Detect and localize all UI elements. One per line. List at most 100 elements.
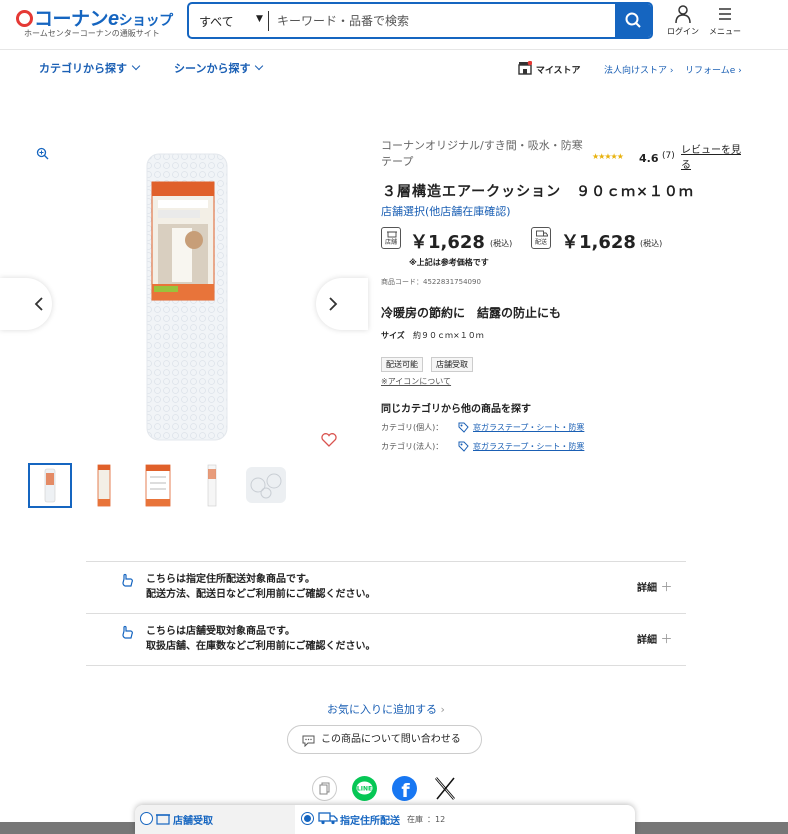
delivery-badge-label: 配送	[534, 239, 547, 246]
radio-checked-icon[interactable]	[301, 812, 314, 825]
radio-unchecked-icon[interactable]	[140, 812, 153, 825]
search-category-select[interactable]: すべて	[199, 13, 234, 30]
logo-e: e	[108, 8, 119, 30]
chat-bubble-icon	[302, 735, 315, 747]
store-tax-note: (税込)	[490, 239, 513, 248]
heart-icon	[321, 433, 337, 447]
thumbnail-2[interactable]	[82, 463, 126, 508]
svg-text:LINE: LINE	[357, 786, 372, 793]
line-icon: LINE	[356, 781, 373, 795]
delivery-price: ￥1,628	[561, 232, 636, 253]
tag-icon	[458, 441, 469, 455]
product-brand: コーナンオリジナル/すき間・吸水・防寒テープ	[381, 139, 583, 168]
search-bar: すべて ▼	[187, 2, 653, 39]
facebook-icon: f	[401, 780, 410, 802]
favorite-heart-button[interactable]	[320, 432, 338, 451]
product-title: ３層構造エアークッション ９０ｃｍ×１０ｍ	[382, 184, 694, 200]
detail-label: 詳細	[637, 635, 657, 646]
truck-icon	[536, 230, 548, 237]
logo-o-icon	[16, 10, 33, 27]
site-tagline: ホームセンターコーナンの通販サイト	[24, 29, 160, 38]
purchase-bar: 店舗受取 指定住所配送 在庫 ：12	[135, 805, 635, 834]
login-button[interactable]: ログイン	[666, 4, 700, 37]
category-corporate-label: カテゴリ(法人)：	[381, 442, 444, 451]
size-value: 約９０ｃｍ×１０ｍ	[413, 331, 484, 340]
chevron-right-icon: ›	[440, 703, 445, 716]
info-pickup-line2: 取扱店舗、在庫数などご利用前にご確認ください。	[146, 641, 376, 652]
info-delivery-line1: こちらは指定住所配送対象商品です。	[146, 574, 315, 585]
info-delivery-detail[interactable]: 詳細 ＋	[637, 578, 673, 595]
zoom-button[interactable]	[36, 147, 49, 163]
x-icon	[435, 777, 455, 800]
inquiry-button[interactable]: この商品について問い合わせる	[287, 725, 482, 754]
category-personal-link[interactable]: 窓ガラステープ・シート・防寒	[473, 422, 584, 433]
info-pickup-line1: こちらは店舗受取対象商品です。	[146, 626, 295, 637]
add-favorite-link[interactable]: お気に入りに追加する ›	[327, 701, 445, 717]
category-personal-label: カテゴリ(個人)：	[381, 423, 444, 432]
user-icon	[675, 5, 691, 24]
search-button[interactable]	[615, 4, 651, 37]
search-input[interactable]	[277, 4, 577, 37]
dropdown-triangle-icon[interactable]: ▼	[256, 14, 263, 24]
inquiry-label: この商品について問い合わせる	[321, 734, 461, 745]
truck-icon	[318, 812, 338, 825]
site-logo[interactable]: コーナンeショップ	[16, 4, 173, 31]
mystore-link[interactable]: マイストア	[518, 60, 581, 76]
store-icon	[387, 231, 397, 238]
nav-scene-label: シーンから探す	[174, 62, 251, 75]
product-main-image[interactable]	[144, 152, 230, 442]
thumbnail-4[interactable]	[190, 463, 234, 508]
next-image-button[interactable]	[316, 278, 368, 330]
stock-label: 在庫	[407, 815, 423, 824]
size-label: サイズ	[381, 331, 405, 340]
reform-link[interactable]: リフォームe ›	[685, 63, 742, 76]
menu-label: メニュー	[709, 27, 741, 36]
store-badge-label: 店舗	[384, 239, 397, 246]
search-divider	[268, 11, 269, 31]
plus-icon: ＋	[660, 632, 673, 646]
tag-icon	[458, 422, 469, 436]
product-code: 商品コード：4522831754090	[381, 278, 481, 286]
login-label: ログイン	[667, 27, 699, 36]
thumbnail-image	[145, 464, 171, 507]
info-pickup-row[interactable]: こちらは店舗受取対象商品です。 取扱店舗、在庫数などご利用前にご確認ください。 …	[86, 613, 686, 666]
line-share-button[interactable]: LINE	[352, 776, 377, 801]
nav-category[interactable]: カテゴリから探す	[39, 60, 141, 76]
thumbnail-1[interactable]	[28, 463, 72, 508]
stock-value: ：12	[427, 815, 446, 824]
menu-button[interactable]: メニュー	[706, 4, 744, 37]
info-delivery-row[interactable]: こちらは指定住所配送対象商品です。 配送方法、配送日などご利用前にご確認ください…	[86, 561, 686, 613]
hand-point-icon	[122, 573, 133, 587]
copy-icon	[319, 782, 330, 795]
corporate-store-link[interactable]: 法人向けストア ›	[604, 63, 673, 76]
info-pickup-detail[interactable]: 詳細 ＋	[637, 630, 673, 647]
chevron-left-icon	[34, 297, 43, 311]
facebook-share-button[interactable]: f	[392, 776, 417, 802]
tag-store-pickup: 店舗受取	[431, 357, 473, 372]
store-select-link[interactable]: 店舗選択(他店舗在庫確認)	[381, 203, 511, 219]
chevron-down-icon	[131, 61, 141, 71]
corporate-store-label: 法人向けストア	[604, 66, 668, 76]
delivery-tax-note: (税込)	[640, 239, 663, 248]
x-share-button[interactable]	[433, 776, 458, 801]
reference-price-note: ※上記は参考価格です	[409, 258, 489, 267]
prev-image-button[interactable]	[0, 278, 52, 330]
logo-shop: ショップ	[118, 12, 174, 28]
chevron-down-icon	[255, 61, 264, 71]
nav-scene[interactable]: シーンから探す	[174, 60, 264, 76]
nav-category-label: カテゴリから探す	[39, 62, 127, 75]
hamburger-icon	[719, 8, 731, 20]
thumbnail-5[interactable]	[244, 463, 288, 508]
rating-stars-icon: ★★★★★	[592, 152, 624, 161]
rating-value: 4.6	[639, 152, 659, 165]
thumbnail-image	[246, 467, 286, 503]
category-corporate-link[interactable]: 窓ガラステープ・シート・防寒	[473, 441, 584, 452]
icon-note-link[interactable]: ※アイコンについて	[381, 376, 451, 387]
store-icon	[518, 60, 533, 75]
review-link[interactable]: レビューを見る	[681, 143, 741, 173]
address-delivery-label[interactable]: 指定住所配送	[340, 812, 400, 827]
store-pickup-option[interactable]: 店舗受取	[135, 805, 295, 834]
info-delivery-text: こちらは指定住所配送対象商品です。 配送方法、配送日などご利用前にご確認ください…	[146, 572, 376, 602]
thumbnail-3[interactable]	[136, 463, 180, 508]
copy-link-button[interactable]	[312, 776, 337, 801]
